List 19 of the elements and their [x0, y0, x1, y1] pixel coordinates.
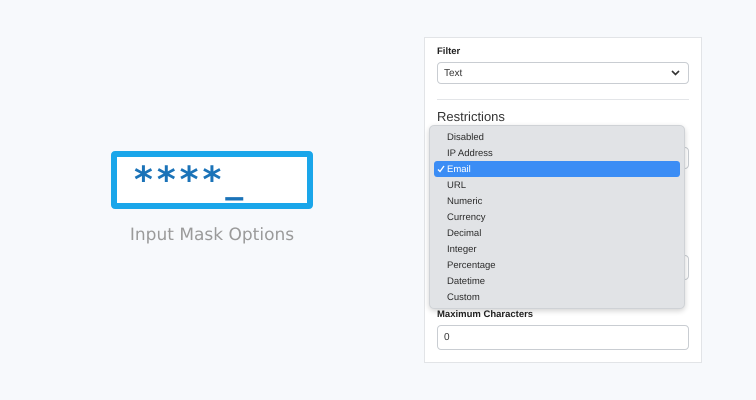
field-label: Maximum Characters [437, 309, 534, 322]
menu-option[interactable]: Numeric [434, 193, 680, 209]
menu-option[interactable]: IP Address [434, 145, 680, 161]
caption: Input Mask Options [130, 225, 294, 245]
menu-option[interactable]: Percentage [434, 257, 680, 273]
field-label: Filter [437, 46, 462, 59]
filter-select[interactable]: Text [437, 62, 689, 84]
chevron-icon [671, 70, 680, 76]
menu-option[interactable]: URL [434, 177, 680, 193]
section-heading: Restrictions [437, 109, 506, 125]
menu-option[interactable]: Integer [434, 241, 680, 257]
menu-option[interactable]: Currency [434, 209, 680, 225]
menu-option[interactable]: Custom [434, 289, 680, 305]
mask-text: ****_ [134, 162, 248, 200]
menu-option[interactable]: Disabled [434, 129, 680, 145]
menu-option[interactable]: Decimal [434, 225, 680, 241]
menu-option[interactable]: Datetime [434, 273, 680, 289]
check-icon [437, 165, 445, 173]
input-field[interactable]: 0 [437, 325, 689, 350]
